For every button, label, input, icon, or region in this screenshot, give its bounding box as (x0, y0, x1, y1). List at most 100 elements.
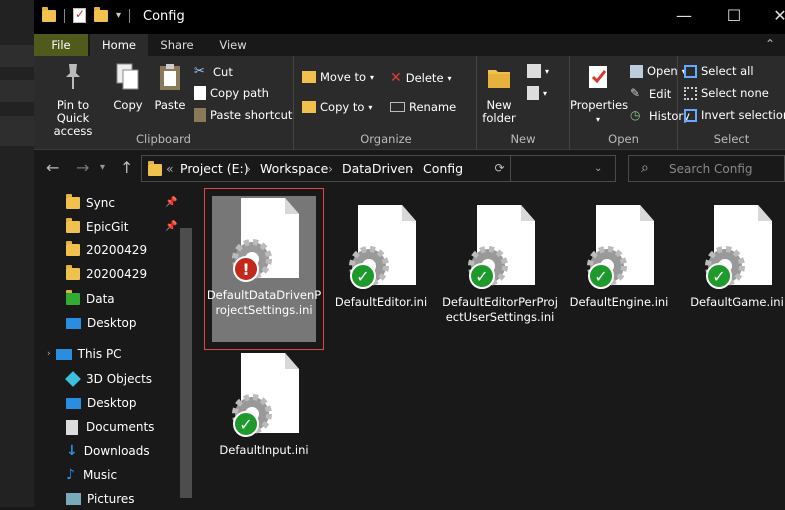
close-button[interactable]: ✕ (760, 6, 785, 25)
sidebar-item-label: Sync (86, 196, 115, 210)
invert-selection-icon (684, 108, 697, 122)
file-name: DefaultEditor.ini (334, 295, 428, 309)
paste-icon (160, 64, 180, 90)
sidebar-item-label: Desktop (87, 396, 137, 410)
recent-locations-icon[interactable]: ▾ (100, 162, 105, 173)
file-name: DefaultEditorPerProjectUserSettings.ini (442, 295, 558, 324)
navigation-bar: ← → ▾ ↑ « Project (E:) › Workspace › Dat… (34, 150, 785, 188)
minimize-button[interactable]: — (664, 6, 704, 25)
breadcrumb-datadriven[interactable]: DataDriven (342, 161, 413, 176)
edit-button[interactable]: ✎ Edit (630, 86, 671, 101)
open-group: Properties ▾ Open ▾ ✎ Edit ◷ History Open (570, 56, 690, 150)
tab-file[interactable]: File (34, 34, 88, 56)
open-label: Open (647, 64, 678, 78)
copy-icon (116, 63, 139, 90)
file-list: ! DefaultDataDrivenProjectSettings.ini ✓… (194, 188, 785, 507)
file-item[interactable]: ✓ DefaultEngine.ini (560, 205, 678, 310)
pin-icon[interactable]: 📌 (165, 197, 177, 208)
chevron-right-icon[interactable]: › (47, 349, 51, 359)
invert-selection-button[interactable]: Invert selection (684, 108, 785, 122)
pin-icon[interactable]: 📌 (165, 221, 177, 232)
sidebar-item-desktop[interactable]: Desktop (66, 312, 137, 334)
paste-button[interactable]: Paste (152, 62, 188, 112)
edit-icon: ✎ (630, 86, 641, 100)
history-icon: ◷ (630, 108, 641, 122)
breadcrumb-workspace[interactable]: Workspace (260, 161, 328, 176)
folder-sync-icon (66, 290, 80, 305)
sidebar-item-20200429[interactable]: 20200429 (66, 239, 147, 261)
rename-label: Rename (409, 100, 457, 114)
file-item[interactable]: ✓ DefaultInput.ini (205, 353, 323, 458)
select-all-button[interactable]: Select all (684, 64, 754, 78)
ini-file-icon: ✓ (346, 205, 416, 293)
copy-label: Copy (113, 98, 143, 112)
select-all-icon (684, 64, 697, 78)
back-arrow-icon[interactable]: ← (46, 158, 59, 177)
sidebar-item-this-pc[interactable]: › This PC (47, 343, 122, 365)
pictures-icon (66, 493, 81, 505)
properties-icon[interactable] (73, 7, 86, 23)
sidebar-item-documents[interactable]: Documents (66, 416, 154, 438)
delete-icon: ✕ (390, 70, 402, 86)
customize-qat-icon[interactable]: ▾ (116, 10, 121, 21)
select-none-button[interactable]: Select none (684, 86, 769, 100)
move-to-label: Move to (320, 70, 367, 84)
sidebar-item-label: 3D Objects (86, 372, 153, 386)
new-folder-icon[interactable] (94, 6, 108, 22)
new-item-button[interactable]: ▾ (527, 64, 549, 78)
delete-button[interactable]: ✕ Delete ▾ (390, 70, 452, 86)
address-dropdown-icon[interactable]: ⌄ (594, 163, 602, 174)
select-none-icon (684, 86, 697, 100)
scrollbar-thumb[interactable] (180, 228, 192, 498)
rename-button[interactable]: Rename (390, 100, 456, 114)
ini-file-icon: ✓ (465, 205, 535, 293)
copy-to-button[interactable]: Copy to ▾ (302, 100, 372, 114)
move-to-button[interactable]: Move to ▾ (302, 70, 374, 84)
clipboard-group-label: Clipboard (136, 132, 191, 146)
cut-button[interactable]: ✂ Cut (194, 64, 233, 79)
properties-icon (589, 66, 607, 88)
window-title: Config (143, 9, 185, 24)
ribbon-tabs: File Home Share View ⌃ (34, 34, 785, 56)
organize-group: Move to ▾ Copy to ▾ ✕ Delete ▾ Rename Organi… (296, 56, 477, 150)
maximize-button[interactable]: ☐ (714, 6, 754, 25)
pin-quick-access-button[interactable]: Pin to Quick access (38, 62, 108, 138)
file-item[interactable]: ! DefaultDataDrivenProjectSettings.ini (205, 198, 323, 318)
sidebar-item-downloads[interactable]: ↓ Downloads (66, 440, 150, 462)
copy-button[interactable]: Copy (110, 62, 146, 112)
address-bar[interactable]: « Project (E:) › Workspace › DataDriven … (141, 155, 616, 182)
sidebar-item-20200429-2[interactable]: 20200429 (66, 263, 147, 285)
breadcrumb-project[interactable]: Project (E:) (180, 161, 249, 176)
sidebar-item-data[interactable]: Data (66, 288, 115, 310)
sidebar-item-sync[interactable]: Sync (66, 192, 115, 214)
tab-view[interactable]: View (206, 34, 260, 56)
file-item[interactable]: ✓ DefaultEditorPerProjectUserSettings.in… (441, 205, 559, 325)
sidebar-scrollbar[interactable] (178, 188, 194, 507)
sidebar-item-label: Documents (86, 420, 155, 434)
tab-home[interactable]: Home (90, 34, 148, 56)
easy-access-button[interactable]: ▾ (527, 86, 547, 100)
copy-to-icon (302, 101, 316, 113)
breadcrumb-overflow[interactable]: « (166, 161, 174, 176)
folder-icon (66, 241, 80, 256)
chevron-up-icon[interactable]: ⌃ (765, 37, 775, 51)
new-folder-button[interactable]: New folder (479, 62, 519, 125)
forward-arrow-icon[interactable]: → (76, 158, 89, 177)
file-item[interactable]: ✓ DefaultEditor.ini (322, 205, 440, 310)
sidebar-item-epicgit[interactable]: EpicGit (66, 216, 128, 238)
sidebar-item-desktop-2[interactable]: Desktop (66, 392, 137, 414)
sidebar-item-3d-objects[interactable]: 3D Objects (65, 368, 153, 390)
sidebar-item-music[interactable]: ♪ Music (66, 464, 117, 486)
breadcrumb-config[interactable]: Config (423, 161, 463, 176)
sidebar-item-label: This PC (77, 347, 122, 361)
checkmark-badge-icon: ✓ (469, 263, 495, 289)
refresh-icon[interactable]: ⟳ (489, 155, 511, 182)
paste-shortcut-button[interactable]: Paste shortcut (194, 108, 292, 122)
folder-icon (66, 218, 80, 233)
tab-share[interactable]: Share (148, 34, 206, 56)
copy-path-button[interactable]: Copy path (194, 86, 269, 100)
search-box[interactable]: ⌕ Search Config (628, 155, 785, 182)
up-arrow-icon[interactable]: ↑ (120, 158, 133, 177)
properties-button[interactable]: Properties ▾ (570, 62, 628, 126)
file-item[interactable]: ✓ DefaultGame.ini (678, 205, 785, 310)
